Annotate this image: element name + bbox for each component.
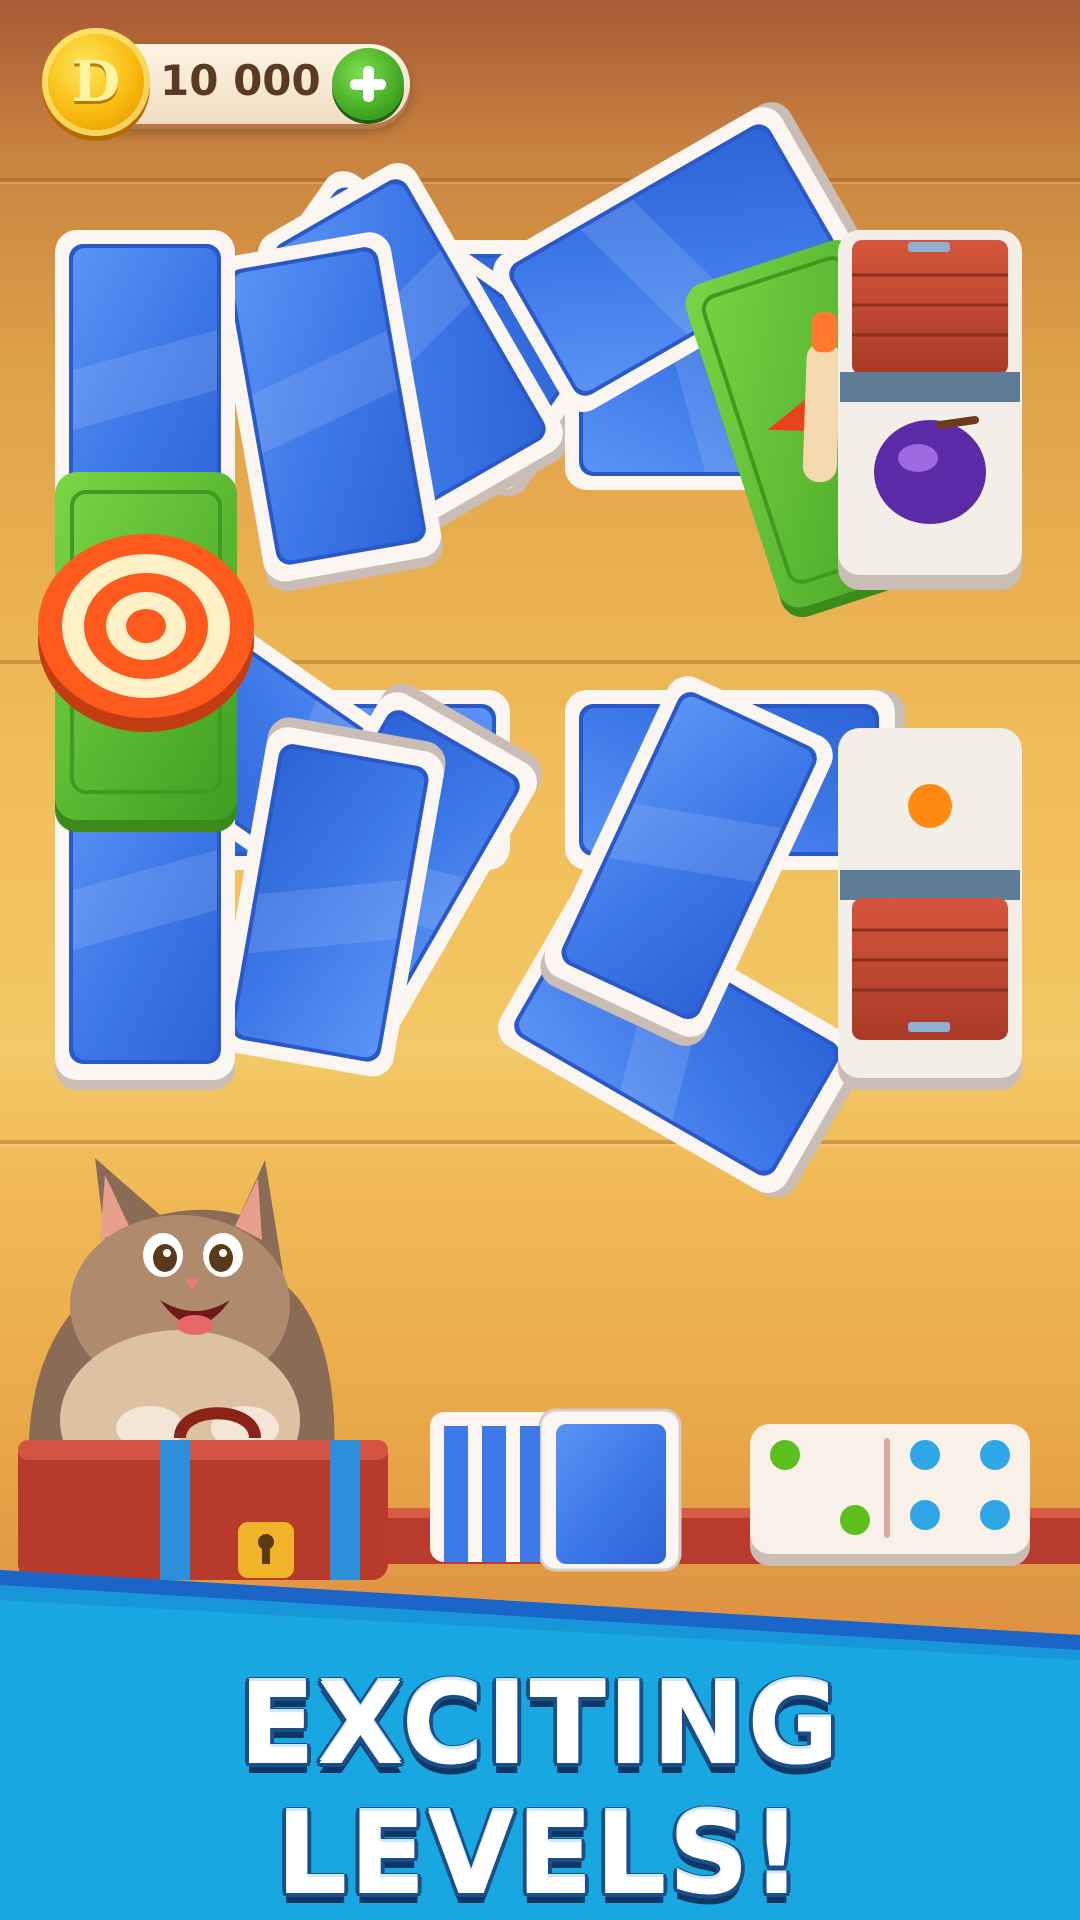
dot-icon xyxy=(908,784,952,828)
plum-icon xyxy=(874,416,986,524)
green-tile-target[interactable] xyxy=(38,472,254,832)
banner-title-line1: EXCITING xyxy=(238,1660,842,1790)
banner-title-line2: LEVELS! xyxy=(275,1790,805,1920)
domino-piece xyxy=(750,1424,1030,1566)
domino-tile-one-dot[interactable] xyxy=(838,728,1022,1090)
target-icon xyxy=(38,534,254,732)
card-stack xyxy=(430,1408,682,1572)
domino-tile-plum[interactable] xyxy=(838,230,1022,590)
tile-board xyxy=(0,94,1080,1920)
